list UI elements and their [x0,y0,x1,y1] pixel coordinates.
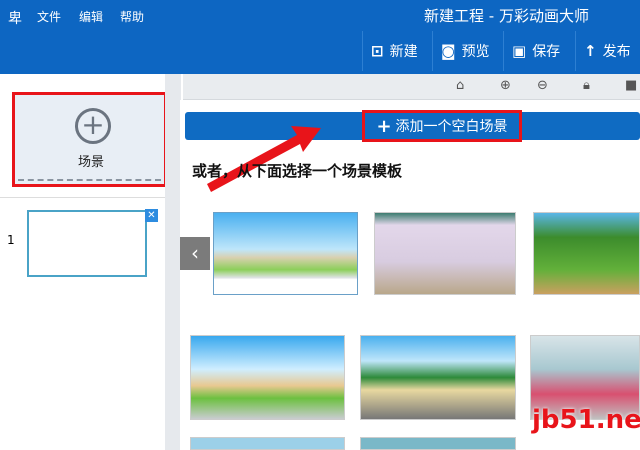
template-street[interactable] [190,335,345,420]
menu-file[interactable]: 文件 [37,8,61,25]
plus-circle-icon: + [75,108,111,144]
add-blank-scene-label: 添加一个空白场景 [395,119,508,135]
previous-arrow-button[interactable]: ‹ [180,237,210,270]
home-icon[interactable]: ⌂ [456,78,464,93]
template-forest[interactable] [533,212,640,295]
save-icon: ▣ [512,42,527,60]
template-row3-2[interactable] [360,437,516,450]
template-room[interactable] [374,212,516,295]
template-city[interactable] [213,212,358,295]
template-school[interactable] [360,335,516,420]
save-label: 保存 [532,44,561,60]
new-button[interactable]: ⊡ 新建 [362,31,426,71]
add-scene-button[interactable]: + 场景 [12,92,167,187]
new-file-icon: ⊡ [371,42,384,60]
watermark: jb51.net [532,405,640,435]
add-blank-scene-button[interactable]: + 添加一个空白场景 [362,110,522,142]
new-label: 新建 [389,44,418,60]
template-hint: 或者，从下面选择一个场景模板 [192,162,403,180]
app-logo-icon[interactable]: 卑 [8,8,22,28]
slide-number: 1 [7,233,15,247]
menu-edit[interactable]: 编辑 [79,8,103,25]
zoom-out-icon[interactable]: ⊖ [537,78,548,93]
publish-label: 发布 [602,44,631,60]
publish-button[interactable]: ↑ 发布 [575,31,639,71]
scene-thumbnail[interactable] [27,210,147,277]
menu-help[interactable]: 帮助 [120,8,144,25]
divider [0,197,165,198]
lock-icon[interactable]: 🔒︎ [583,78,590,93]
preview-icon: ◙ [441,42,456,60]
window-title: 新建工程 - 万彩动画大师 [424,7,589,25]
template-row3-1[interactable] [190,437,345,450]
scrollbar[interactable] [165,74,181,450]
fullscreen-icon[interactable]: ■ [625,78,637,93]
close-icon[interactable]: ✕ [145,209,158,222]
preview-button[interactable]: ◙ 预览 [432,31,498,71]
save-button[interactable]: ▣ 保存 [503,31,568,71]
zoom-in-icon[interactable]: ⊕ [500,78,511,93]
add-scene-label: 场景 [78,155,105,170]
publish-icon: ↑ [584,42,597,60]
plus-icon: + [376,115,392,137]
canvas-toolbar [183,74,640,100]
preview-label: 预览 [461,44,490,60]
